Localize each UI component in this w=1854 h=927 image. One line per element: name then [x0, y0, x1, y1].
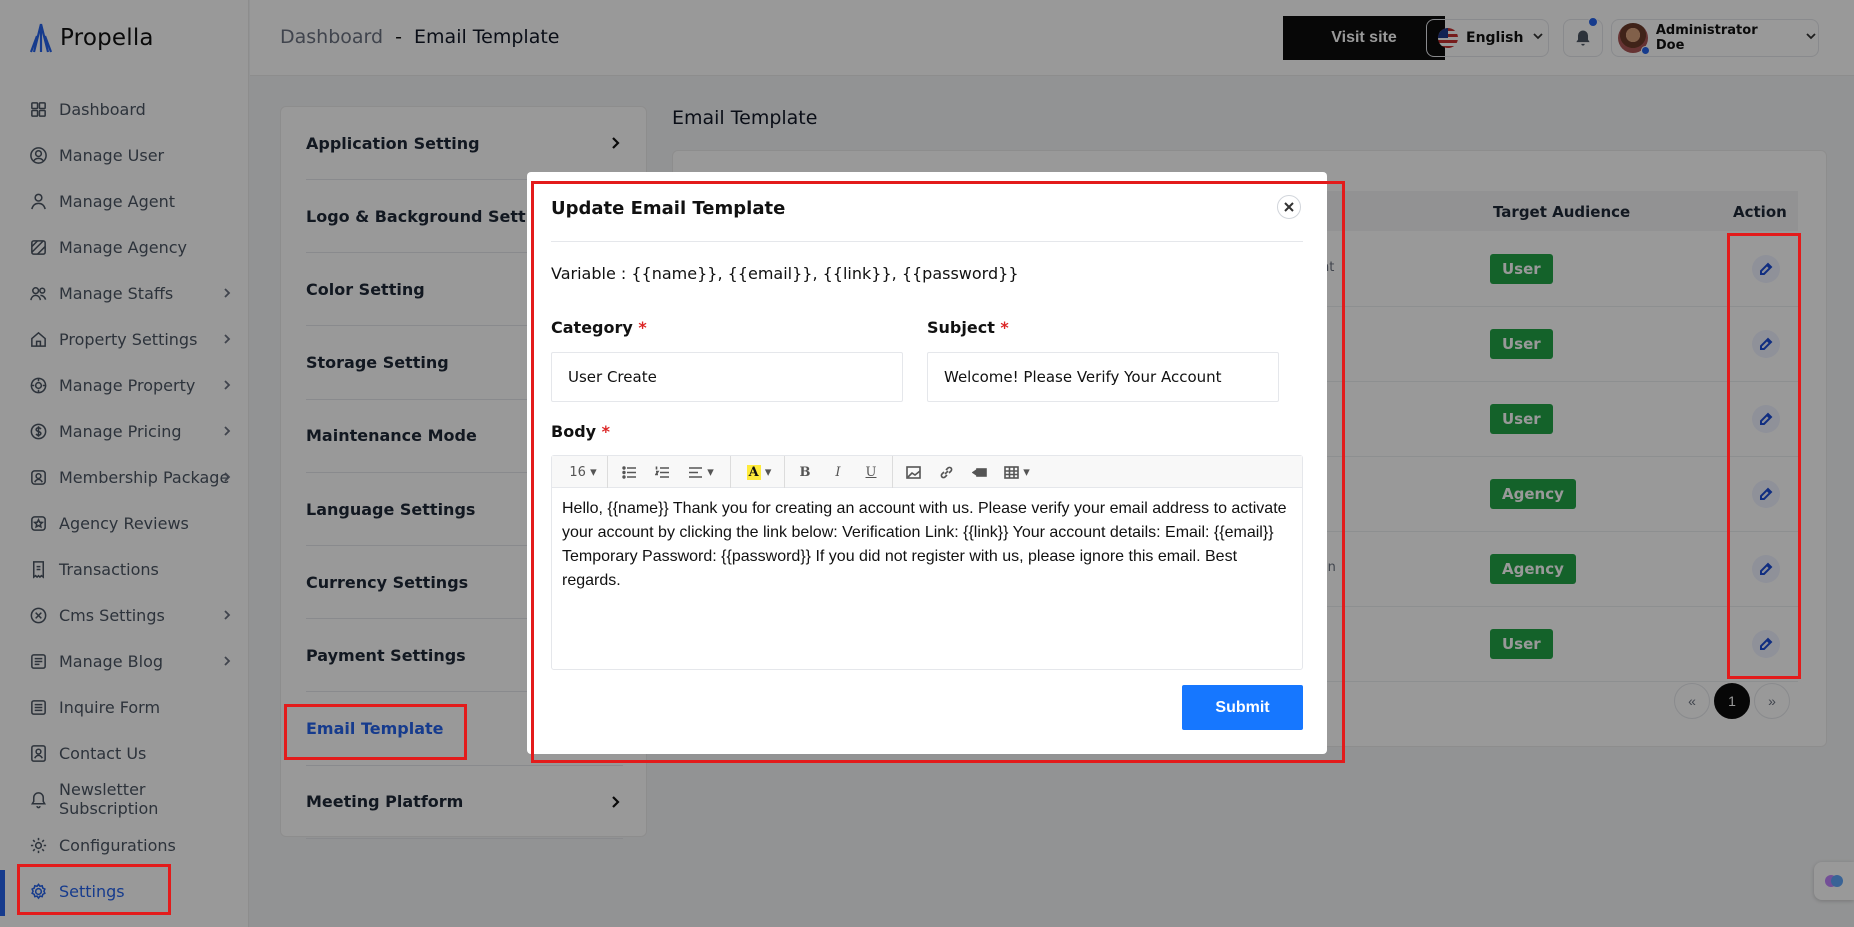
annotation-box-modal: [531, 181, 1345, 763]
annotation-box-settings: [17, 864, 171, 915]
annotation-box-email-template: [284, 704, 467, 760]
annotation-box-actions: [1727, 233, 1801, 679]
